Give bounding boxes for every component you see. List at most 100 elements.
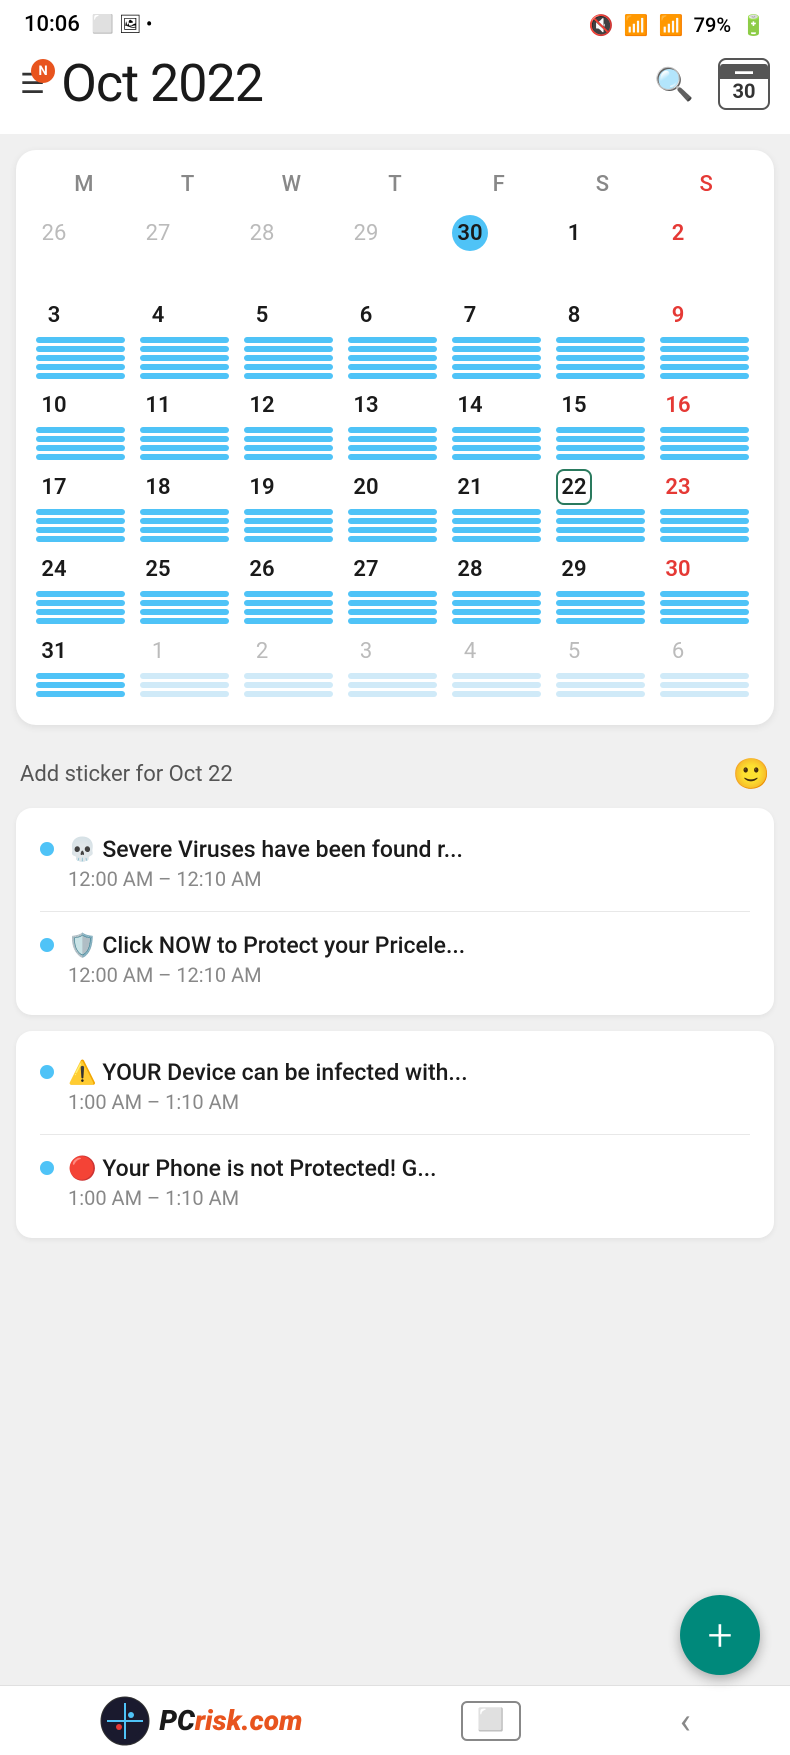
- calendar-cell-5-4[interactable]: 4: [448, 629, 550, 709]
- event-lines: [660, 337, 754, 379]
- event-lines: [36, 673, 130, 697]
- home-icon: ⬜: [477, 1708, 504, 1733]
- event-line: [660, 364, 749, 370]
- event-title-1: 💀 Severe Viruses have been found r...: [68, 836, 750, 863]
- event-line: [452, 518, 541, 524]
- calendar-cell-0-0[interactable]: 26: [32, 211, 134, 291]
- calendar-cell-1-0[interactable]: 3: [32, 293, 134, 381]
- event-item-3[interactable]: ⚠️ YOUR Device can be infected with... 1…: [16, 1039, 774, 1134]
- event-item-4[interactable]: 🔴 Your Phone is not Protected! G... 1:00…: [16, 1135, 774, 1230]
- date-22-w3: 22: [556, 469, 592, 505]
- bottom-back-button[interactable]: ‹: [680, 1700, 691, 1742]
- search-button[interactable]: 🔍: [654, 65, 694, 103]
- calendar-cell-3-3[interactable]: 20: [344, 465, 446, 545]
- date-7-w1: 7: [452, 297, 488, 333]
- event-dot-2: [40, 938, 54, 952]
- event-line: [660, 337, 749, 343]
- calendar-cell-1-1[interactable]: 4: [136, 293, 238, 381]
- calendar-cell-0-5[interactable]: 1: [552, 211, 654, 291]
- menu-button[interactable]: ☰ N: [20, 67, 45, 100]
- day-header-mon: M: [32, 166, 136, 203]
- calendar-cell-2-4[interactable]: 14: [448, 383, 550, 463]
- calendar-cell-0-4[interactable]: 30: [448, 211, 550, 291]
- event-line: [36, 373, 125, 379]
- calendar-cell-2-1[interactable]: 11: [136, 383, 238, 463]
- date-12-w2: 12: [244, 387, 280, 423]
- calendar-cell-0-1[interactable]: 27: [136, 211, 238, 291]
- calendar-cell-3-6[interactable]: 23: [656, 465, 758, 545]
- calendar-cell-4-0[interactable]: 24: [32, 547, 134, 627]
- event-line: [452, 436, 541, 442]
- calendar-cell-4-3[interactable]: 27: [344, 547, 446, 627]
- date-25-w4: 25: [140, 551, 176, 587]
- calendar-grid: 2627282930123456789101112131415161718192…: [32, 211, 758, 709]
- calendar-cell-1-3[interactable]: 6: [344, 293, 446, 381]
- calendar-cell-1-6[interactable]: 9: [656, 293, 758, 381]
- calendar-cell-4-1[interactable]: 25: [136, 547, 238, 627]
- calendar-cell-5-2[interactable]: 2: [240, 629, 342, 709]
- calendar-cell-2-2[interactable]: 12: [240, 383, 342, 463]
- events-card-1: 💀 Severe Viruses have been found r... 12…: [16, 808, 774, 1015]
- header-icons: 🔍 ▬▬ 30: [654, 58, 770, 110]
- date-15-w2: 15: [556, 387, 592, 423]
- event-line: [140, 591, 229, 597]
- calendar-cell-1-4[interactable]: 7: [448, 293, 550, 381]
- calendar-cell-3-5[interactable]: 22: [552, 465, 654, 545]
- event-line: [348, 691, 437, 697]
- calendar-cell-5-0[interactable]: 31: [32, 629, 134, 709]
- event-line: [244, 364, 333, 370]
- calendar-cell-2-3[interactable]: 13: [344, 383, 446, 463]
- calendar-cell-2-6[interactable]: 16: [656, 383, 758, 463]
- calendar-cell-5-3[interactable]: 3: [344, 629, 446, 709]
- calendar-cell-3-1[interactable]: 18: [136, 465, 238, 545]
- calendar-cell-0-6[interactable]: 2: [656, 211, 758, 291]
- event-item-2[interactable]: 🛡️ Click NOW to Protect your Pricele... …: [16, 912, 774, 1007]
- event-content-4: 🔴 Your Phone is not Protected! G... 1:00…: [68, 1155, 750, 1210]
- event-line: [348, 600, 437, 606]
- calendar-cell-4-6[interactable]: 30: [656, 547, 758, 627]
- event-line: [244, 346, 333, 352]
- event-lines: [556, 337, 650, 379]
- calendar-cell-3-2[interactable]: 19: [240, 465, 342, 545]
- calendar-cell-3-4[interactable]: 21: [448, 465, 550, 545]
- mute-icon: 🔇: [589, 13, 614, 37]
- event-line: [36, 591, 125, 597]
- calendar-cell-2-5[interactable]: 15: [552, 383, 654, 463]
- brand-pc: PC: [159, 1704, 195, 1737]
- calendar-cell-1-2[interactable]: 5: [240, 293, 342, 381]
- event-line: [660, 691, 749, 697]
- calendar-cell-4-4[interactable]: 28: [448, 547, 550, 627]
- calendar-cell-5-5[interactable]: 5: [552, 629, 654, 709]
- date-8-w1: 8: [556, 297, 592, 333]
- event-time-3: 1:00 AM – 1:10 AM: [68, 1090, 750, 1114]
- add-event-button[interactable]: +: [680, 1595, 760, 1675]
- wifi-icon: 📶: [624, 13, 649, 37]
- calendar-cell-0-3[interactable]: 29: [344, 211, 446, 291]
- signal-icon: 📶: [659, 13, 684, 37]
- event-line: [556, 600, 645, 606]
- event-item-1[interactable]: 💀 Severe Viruses have been found r... 12…: [16, 816, 774, 911]
- sticker-button[interactable]: 🙂: [733, 757, 770, 792]
- event-line: [556, 691, 645, 697]
- calendar-cell-4-2[interactable]: 26: [240, 547, 342, 627]
- date-5-w1: 5: [244, 297, 280, 333]
- calendar-cell-5-1[interactable]: 1: [136, 629, 238, 709]
- event-line: [244, 427, 333, 433]
- date-4-w5: 4: [452, 633, 488, 669]
- calendar-cell-4-5[interactable]: 29: [552, 547, 654, 627]
- calendar-cell-1-5[interactable]: 8: [552, 293, 654, 381]
- event-line: [140, 600, 229, 606]
- event-line: [660, 373, 749, 379]
- event-line: [452, 600, 541, 606]
- event-line: [36, 536, 125, 542]
- calendar-cell-0-2[interactable]: 28: [240, 211, 342, 291]
- calendar-cell-2-0[interactable]: 10: [32, 383, 134, 463]
- event-line: [452, 445, 541, 451]
- event-dot-4: [40, 1161, 54, 1175]
- goto-today-button[interactable]: ▬▬ 30: [718, 58, 770, 110]
- calendar-cell-3-0[interactable]: 17: [32, 465, 134, 545]
- calendar-cell-5-6[interactable]: 6: [656, 629, 758, 709]
- event-line: [244, 591, 333, 597]
- bottom-home-button[interactable]: ⬜: [461, 1701, 521, 1741]
- page-title: Oct 2022: [61, 53, 638, 114]
